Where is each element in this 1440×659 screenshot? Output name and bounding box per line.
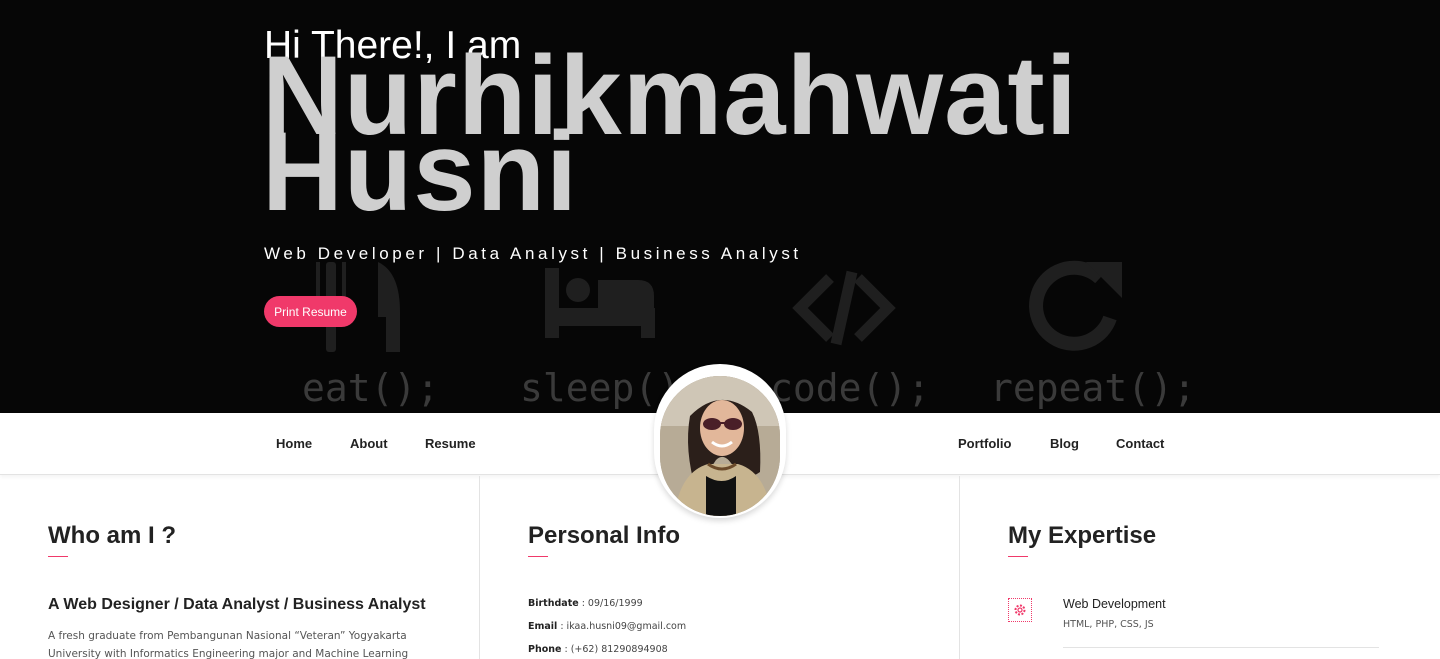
nav-home[interactable]: Home xyxy=(276,436,312,451)
print-resume-button[interactable]: Print Resume xyxy=(264,296,357,327)
avatar xyxy=(660,376,780,516)
about-subtitle: A Web Designer / Data Analyst / Business… xyxy=(48,596,426,613)
expertise-column: My Expertise Web Development HTML, PHP, … xyxy=(960,476,1440,659)
expertise-item-sub: HTML, PHP, CSS, JS xyxy=(1063,619,1154,630)
nav-contact[interactable]: Contact xyxy=(1116,436,1164,451)
expertise-divider xyxy=(1063,647,1379,648)
bed-icon xyxy=(545,268,655,338)
nav-portfolio[interactable]: Portfolio xyxy=(958,436,1011,451)
gear-icon xyxy=(1008,598,1032,622)
nav-about[interactable]: About xyxy=(350,436,388,451)
personal-info-underline xyxy=(528,556,548,557)
bg-word-eat: eat(); xyxy=(302,366,440,410)
hero-name: Nurhikmahwati Husni xyxy=(262,40,1078,228)
code-icon xyxy=(792,270,896,346)
bg-word-code: code(); xyxy=(770,366,931,410)
expertise-underline xyxy=(1008,556,1028,557)
hero-section: eat(); sleep(); code(); repeat(); Hi The… xyxy=(0,0,1440,413)
info-email: Email : ikaa.husni09@gmail.com xyxy=(528,621,687,632)
info-phone: Phone : (+62) 81290894908 xyxy=(528,644,668,655)
bg-word-repeat: repeat(); xyxy=(990,366,1196,410)
hero-roles: Web Developer | Data Analyst | Business … xyxy=(264,244,802,263)
about-title-underline xyxy=(48,556,68,557)
about-title: Who am I ? xyxy=(48,522,176,549)
about-text: A fresh graduate from Pembangunan Nasion… xyxy=(48,630,409,659)
expertise-item-title: Web Development xyxy=(1063,597,1166,611)
personal-info-title: Personal Info xyxy=(528,522,681,549)
profile-avatar-frame xyxy=(654,364,786,518)
info-birthdate: Birthdate : 09/16/1999 xyxy=(528,598,643,609)
expertise-title: My Expertise xyxy=(1008,522,1157,549)
nav-resume[interactable]: Resume xyxy=(425,436,476,451)
repeat-icon xyxy=(1029,260,1117,351)
about-column: Who am I ? A Web Designer / Data Analyst… xyxy=(0,476,480,659)
nav-blog[interactable]: Blog xyxy=(1050,436,1079,451)
